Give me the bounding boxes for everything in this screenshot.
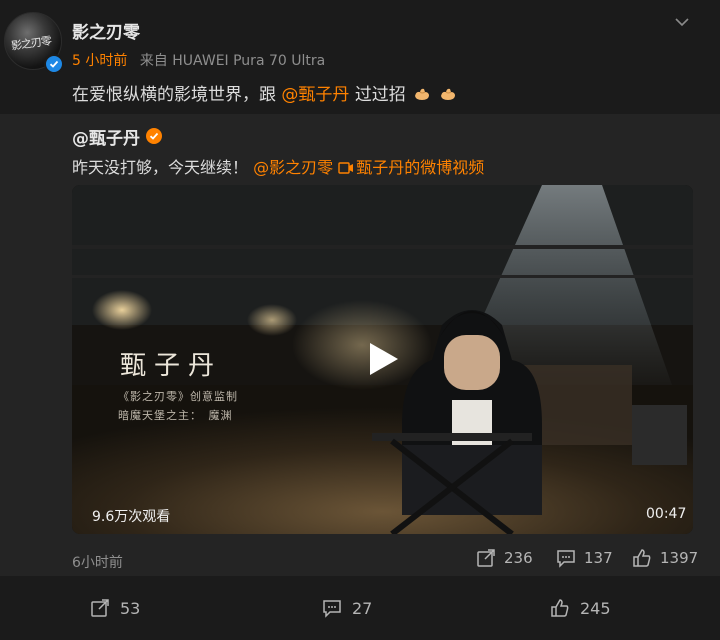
repost-share-button[interactable]: 236 — [476, 548, 533, 568]
video-views: 9.6万次观看 — [92, 509, 171, 525]
repost-comment-count: 137 — [584, 549, 613, 567]
chevron-down-icon[interactable] — [672, 12, 692, 32]
verified-icon — [44, 54, 64, 74]
post-source: 来自 HUAWEI Pura 70 Ultra — [139, 53, 326, 69]
repost-time[interactable]: 6小时前 — [72, 552, 123, 572]
video-link[interactable]: 甄子丹的微博视频 — [338, 158, 484, 177]
share-count: 53 — [120, 598, 141, 618]
post-text-before: 在爱恨纵横的影境世界，跟 — [72, 85, 276, 105]
play-icon[interactable] — [362, 339, 402, 379]
comment-button[interactable]: 27 — [322, 598, 372, 618]
like-icon — [633, 549, 651, 567]
repost-like-button[interactable]: 1397 — [632, 548, 698, 568]
post-text-after: 过过招 — [354, 85, 406, 105]
flex-emoji-icon — [413, 86, 431, 102]
post-header: 影之刃零 影之刃零 5 小时前 来自 HUAWEI Pura 70 Ultra … — [0, 0, 720, 112]
video-title-overlay: 甄子丹 — [120, 351, 223, 381]
video-role-line2: 暗魔天堡之主： 魔渊 — [118, 409, 233, 422]
repost-mention[interactable]: @影之刃零 — [253, 158, 333, 177]
repost-card[interactable]: @甄子丹 昨天没打够，今天继续！ @影之刃零 甄子丹的微博视频 甄子丹 《影之刃… — [0, 114, 720, 576]
repost-footer: 6小时前 236 137 1397 — [0, 546, 720, 576]
video-link-label: 甄子丹的微博视频 — [356, 158, 485, 177]
gold-badge-icon — [146, 128, 162, 144]
video-link-icon — [338, 159, 354, 174]
repost-author[interactable]: @甄子丹 — [72, 124, 140, 149]
video-role-line1: 《影之刃零》创意监制 — [118, 390, 238, 403]
post-meta: 5 小时前 来自 HUAWEI Pura 70 Ultra — [72, 50, 331, 70]
author-name[interactable]: 影之刃零 — [72, 18, 140, 43]
repost-body: 昨天没打够，今天继续！ — [72, 158, 249, 177]
avatar-text: 影之刃零 — [10, 34, 52, 53]
video-player[interactable]: 甄子丹 《影之刃零》创意监制 暗魔天堡之主： 魔渊 9.6万次观看 00:47 — [72, 185, 693, 534]
share-icon — [477, 549, 495, 567]
repost-like-count: 1397 — [660, 549, 699, 567]
repost-text: 昨天没打够，今天继续！ @影之刃零 甄子丹的微博视频 — [72, 154, 484, 178]
flex-emoji-icon — [439, 86, 457, 102]
video-duration: 00:47 — [646, 506, 687, 522]
repost-share-count: 236 — [504, 549, 533, 567]
comment-icon — [557, 550, 575, 568]
share-icon — [91, 599, 109, 617]
comment-count: 27 — [352, 598, 373, 618]
repost-comment-button[interactable]: 137 — [556, 548, 613, 568]
post-text: 在爱恨纵横的影境世界，跟 @甄子丹 过过招 — [72, 80, 457, 105]
action-bar: 53 27 245 — [0, 588, 720, 632]
like-button[interactable]: 245 — [550, 598, 611, 618]
mention-link[interactable]: @甄子丹 — [281, 85, 349, 105]
post-time[interactable]: 5 小时前 — [72, 53, 127, 69]
like-icon — [551, 599, 569, 617]
like-count: 245 — [580, 598, 611, 618]
comment-icon — [323, 600, 341, 618]
share-button[interactable]: 53 — [90, 598, 140, 618]
